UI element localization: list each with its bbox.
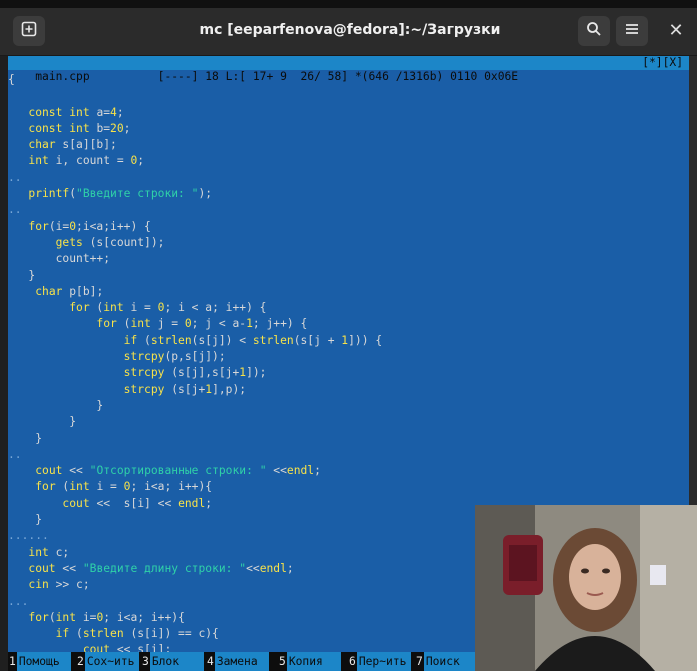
fkey-number: 6	[348, 655, 357, 668]
fkey-number: 4	[206, 655, 215, 668]
fkey-number: 5	[278, 655, 287, 668]
fkey-3[interactable]: 3 Блок	[141, 652, 204, 671]
code-line[interactable]: ..	[8, 447, 689, 463]
fkey-label: Замена	[214, 652, 269, 671]
fkey-number: 7	[415, 655, 424, 668]
fkey-label: Поиск	[423, 652, 478, 671]
fkey-7[interactable]: 7 Поиск	[415, 652, 478, 671]
code-line[interactable]: }	[8, 398, 689, 414]
webcam-overlay	[475, 505, 697, 671]
menu-button[interactable]	[616, 16, 648, 46]
fkey-5[interactable]: 5 Копия	[278, 652, 341, 671]
fkey-label: Сох~ить	[84, 652, 139, 671]
code-line[interactable]: if (strlen(s[j]) < strlen(s[j + 1])) {	[8, 333, 689, 349]
code-line[interactable]: const int a=4;	[8, 105, 689, 121]
hamburger-menu-icon	[624, 21, 640, 41]
code-line[interactable]: for (int i = 0; i<a; i++){	[8, 479, 689, 495]
fkey-label: Блок	[149, 652, 204, 671]
code-line[interactable]: strcpy (s[j],s[j+1]);	[8, 365, 689, 381]
code-line[interactable]: for (int j = 0; j < a-1; j++) {	[8, 316, 689, 332]
plus-square-icon	[21, 21, 37, 41]
search-button[interactable]	[578, 16, 610, 46]
code-line[interactable]: char s[a][b];	[8, 137, 689, 153]
code-line[interactable]	[8, 88, 689, 104]
code-line[interactable]: }	[8, 431, 689, 447]
code-line[interactable]: strcpy (s[j+1],p);	[8, 382, 689, 398]
code-line[interactable]: char p[b];	[8, 284, 689, 300]
fkey-label: Помощь	[16, 652, 71, 671]
terminal-titlebar: mc [eeparfenova@fedora]:~/Загрузки ✕	[0, 8, 697, 56]
code-line[interactable]: count++;	[8, 251, 689, 267]
new-tab-button[interactable]	[13, 16, 45, 46]
close-button[interactable]: ✕	[664, 20, 688, 44]
code-line[interactable]: strcpy(p,s[j]);	[8, 349, 689, 365]
editor-status-bar: main.cpp [----] 18 L:[ 17+ 9 26/ 58] *(6…	[8, 56, 689, 83]
fkey-number: 2	[76, 655, 85, 668]
code-line[interactable]: printf("Введите строки: ");	[8, 186, 689, 202]
fkey-4[interactable]: 4 Замена	[206, 652, 269, 671]
code-line[interactable]: for (int i = 0; i < a; i++) {	[8, 300, 689, 316]
window-title: mc [eeparfenova@fedora]:~/Загрузки	[199, 22, 501, 38]
close-icon: ✕	[668, 20, 684, 41]
code-line[interactable]: ..	[8, 202, 689, 218]
code-line[interactable]: }	[8, 414, 689, 430]
code-line[interactable]: }	[8, 268, 689, 284]
top-panel-strip	[0, 0, 697, 8]
fkey-1[interactable]: 1 Помощь	[8, 652, 71, 671]
status-window-controls[interactable]: [*][X]	[642, 56, 683, 70]
fkey-label: Пер~ить	[356, 652, 411, 671]
fkey-2[interactable]: 2 Сох~ить	[76, 652, 139, 671]
webcam-image	[475, 505, 697, 671]
code-line[interactable]: for(i=0;i<a;i++) {	[8, 219, 689, 235]
fkey-number: 3	[141, 655, 150, 668]
fkey-6[interactable]: 6 Пер~ить	[348, 652, 411, 671]
fkey-label: Копия	[286, 652, 341, 671]
code-line[interactable]: {	[8, 72, 689, 88]
code-line[interactable]: cout << "Отсортированные строки: " <<end…	[8, 463, 689, 479]
search-icon	[586, 21, 602, 41]
code-line[interactable]: const int b=20;	[8, 121, 689, 137]
code-line[interactable]: gets (s[count]);	[8, 235, 689, 251]
code-line[interactable]: ..	[8, 170, 689, 186]
code-line[interactable]: int i, count = 0;	[8, 153, 689, 169]
fkey-number: 1	[8, 655, 17, 668]
